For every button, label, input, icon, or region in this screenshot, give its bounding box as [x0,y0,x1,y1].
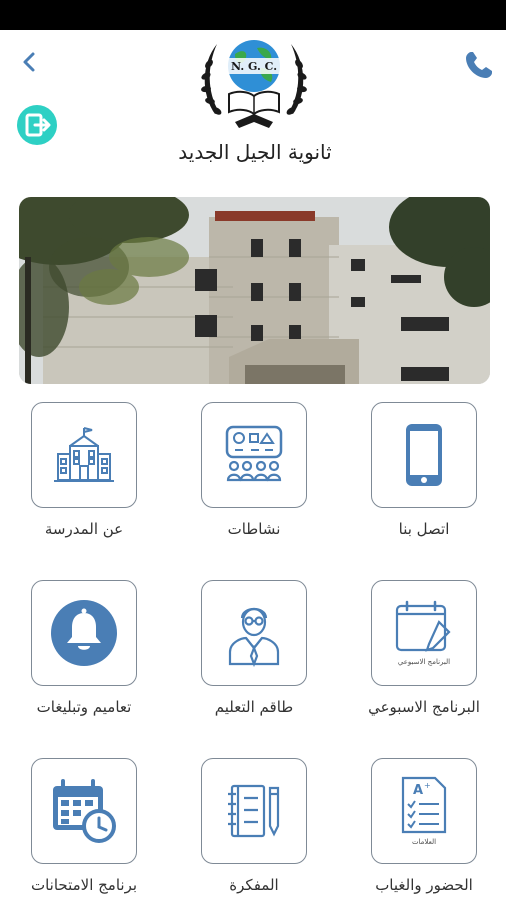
tile-attendance[interactable]: A + العلامات الحضور والغياب [354,748,494,900]
school-logo: N. G. C. [195,34,313,134]
tile-label: طاقم التعليم [214,698,294,716]
header: N. G. C. ثانوية الجيل الجديد [0,30,506,190]
tile-box [201,580,307,686]
teacher-icon [228,607,280,668]
tile-label: المفكرة [229,876,279,894]
tile-label: نشاطات [227,520,281,538]
tile-box [31,758,137,864]
tile-label: تعاميم وتبليغات [36,698,132,716]
phone-icon [406,424,442,486]
icon-caption: البرنامج الاسبوعي [398,658,450,666]
logo-text: N. G. C. [231,60,277,73]
phone-icon [466,52,492,78]
weekly-schedule-icon: البرنامج الاسبوعي [395,600,451,666]
tile-notebook[interactable]: المفكرة [184,748,324,900]
exam-calendar-icon [53,779,116,843]
tile-box [201,758,307,864]
svg-text:+: + [424,781,431,790]
tile-label: برنامج الامتحانات [30,876,138,894]
icon-caption: العلامات [412,838,436,846]
logout-icon [25,113,51,137]
tile-box: البرنامج الاسبوعي [371,580,477,686]
tile-announcements[interactable]: تعاميم وتبليغات [14,570,154,730]
status-bar [0,0,506,30]
call-button[interactable] [462,48,496,82]
tile-exam-schedule[interactable]: برنامج الامتحانات [14,748,154,900]
tile-label: البرنامج الاسبوعي [368,698,480,716]
tile-about-school[interactable]: عن المدرسة [14,392,154,552]
activities-icon [225,425,283,482]
chevron-left-icon [23,52,35,72]
tile-box [371,402,477,508]
back-button[interactable] [16,48,44,76]
school-name: ثانوية الجيل الجديد [178,140,332,164]
tile-box: A + العلامات [371,758,477,864]
tile-label: عن المدرسة [44,520,124,538]
tile-label: الحضور والغياب [375,876,473,894]
tile-weekly-schedule[interactable]: البرنامج الاسبوعي البرنامج الاسبوعي [354,570,494,730]
bell-icon [51,600,117,666]
tile-label: اتصل بنا [398,520,450,538]
school-building-photo [19,197,490,384]
tile-box [31,580,137,686]
tile-box [201,402,307,508]
tile-teaching-staff[interactable]: طاقم التعليم [184,570,324,730]
tile-box [31,402,137,508]
school-building-icon [54,427,114,482]
svg-text:A: A [413,783,423,798]
attendance-icon: A + العلامات [401,776,447,846]
notebook-icon [228,784,280,838]
tile-activities[interactable]: نشاطات [184,392,324,552]
tile-contact-us[interactable]: اتصل بنا [354,392,494,552]
logout-button[interactable] [17,105,57,145]
